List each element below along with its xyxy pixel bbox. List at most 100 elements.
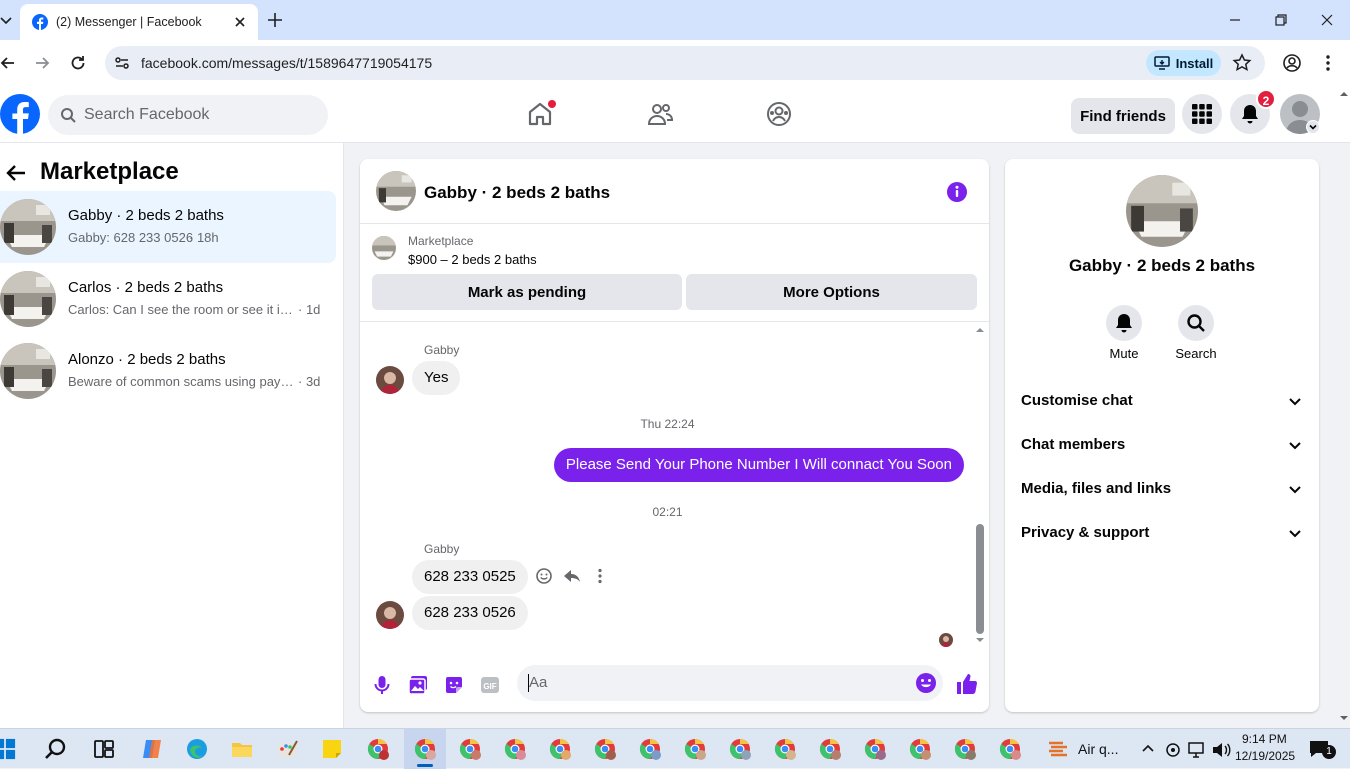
back-arrow-icon[interactable] xyxy=(4,161,28,185)
volume-icon[interactable] xyxy=(1211,741,1231,759)
conversation-item-carlos[interactable]: Carlos · 2 beds 2 baths Carlos: Can I se… xyxy=(0,263,336,335)
bookmark-star-icon[interactable] xyxy=(1232,53,1252,73)
browser-profile-icon[interactable] xyxy=(1282,53,1302,73)
details-avatar[interactable] xyxy=(1126,175,1198,247)
camera-privacy-icon[interactable] xyxy=(1164,741,1182,759)
close-window-icon[interactable] xyxy=(1317,10,1337,30)
find-friends-button[interactable]: Find friends xyxy=(1071,98,1175,134)
conversation-time: · 3d xyxy=(298,374,321,389)
minimize-window-icon[interactable] xyxy=(1225,10,1245,30)
chrome-profile-icon[interactable] xyxy=(683,737,707,761)
browser-tab-messenger[interactable]: (2) Messenger | Facebook xyxy=(20,4,258,40)
page-scrollbar[interactable] xyxy=(1338,86,1350,728)
sender-avatar[interactable] xyxy=(376,601,404,629)
scroll-up-arrow-icon[interactable] xyxy=(1338,90,1350,98)
chrome-profile-icon[interactable] xyxy=(458,737,482,761)
chrome-profile-icon[interactable] xyxy=(413,737,437,761)
listing-price[interactable]: $900 – 2 beds 2 baths xyxy=(408,252,537,267)
mute-button[interactable]: Mute xyxy=(1094,305,1154,361)
message-bubble-outgoing[interactable]: Please Send Your Phone Number I Will con… xyxy=(553,448,964,482)
forward-arrow-icon[interactable] xyxy=(32,53,52,73)
task-view-icon[interactable] xyxy=(92,737,116,761)
facebook-logo-icon[interactable] xyxy=(0,94,40,134)
tray-overflow-chevron-up-icon[interactable] xyxy=(1140,741,1156,757)
mark-as-pending-button[interactable]: Mark as pending xyxy=(372,274,682,310)
edge-browser-icon[interactable] xyxy=(185,737,209,761)
chrome-profile-icon[interactable] xyxy=(728,737,752,761)
scroll-up-arrow-icon[interactable] xyxy=(974,326,986,334)
chrome-profile-icon[interactable] xyxy=(953,737,977,761)
conversation-info-icon[interactable] xyxy=(946,181,968,203)
gif-icon[interactable]: GIF xyxy=(479,674,501,696)
chrome-profile-icon[interactable] xyxy=(503,737,527,761)
account-menu-chevron[interactable] xyxy=(1306,120,1320,134)
message-bubble-incoming[interactable]: 628 233 0526 xyxy=(412,596,528,630)
site-settings-icon[interactable] xyxy=(113,54,131,72)
network-icon[interactable] xyxy=(1187,741,1207,759)
address-bar[interactable]: facebook.com/messages/t/1589647719054175 xyxy=(105,46,1265,80)
message-timestamp: 02:21 xyxy=(652,505,683,519)
groups-icon[interactable] xyxy=(765,100,793,128)
taskbar-clock-time[interactable]: 9:14 PM xyxy=(1242,732,1287,746)
attach-photo-icon[interactable] xyxy=(407,674,429,696)
thumbs-up-like-icon[interactable] xyxy=(955,672,979,696)
scroll-down-arrow-icon[interactable] xyxy=(1338,714,1350,722)
chrome-profile-icon[interactable] xyxy=(593,737,617,761)
sender-avatar[interactable] xyxy=(376,366,404,394)
media-files-links-section[interactable]: Media, files and links xyxy=(1021,474,1303,504)
chrome-profile-icon[interactable] xyxy=(773,737,797,761)
copilot-app-icon[interactable] xyxy=(140,737,164,761)
chrome-profile-icon[interactable] xyxy=(818,737,842,761)
taskbar-search-icon[interactable] xyxy=(44,737,68,761)
file-explorer-icon[interactable] xyxy=(230,737,254,761)
message-input[interactable]: Aa xyxy=(517,665,943,701)
browser-menu-kebab-icon[interactable] xyxy=(1318,53,1338,73)
install-app-button[interactable]: Install xyxy=(1146,50,1221,76)
install-monitor-icon xyxy=(1153,56,1170,70)
tab-search-chevron-icon[interactable] xyxy=(0,12,12,28)
conversation-item-alonzo[interactable]: Alonzo · 2 beds 2 baths Beware of common… xyxy=(0,335,336,407)
message-scrollbar[interactable] xyxy=(974,326,986,646)
scrollbar-thumb[interactable] xyxy=(976,524,984,634)
new-tab-plus-icon[interactable] xyxy=(266,11,284,29)
windows-start-icon[interactable] xyxy=(0,737,16,761)
svg-text:GIF: GIF xyxy=(483,682,496,691)
chrome-profile-icon[interactable] xyxy=(908,737,932,761)
emoji-picker-icon[interactable] xyxy=(915,672,937,694)
chrome-profile-icon[interactable] xyxy=(638,737,662,761)
chat-members-section[interactable]: Chat members xyxy=(1021,430,1303,460)
friends-icon[interactable] xyxy=(646,100,674,128)
more-actions-kebab-icon[interactable] xyxy=(591,567,609,585)
sticker-icon[interactable] xyxy=(443,674,465,696)
more-options-button[interactable]: More Options xyxy=(686,274,977,310)
weather-text[interactable]: Air q... xyxy=(1078,741,1118,757)
message-bubble-incoming[interactable]: 628 233 0525 xyxy=(412,560,528,594)
chrome-profile-icon[interactable] xyxy=(366,737,390,761)
menu-grid-button[interactable] xyxy=(1182,94,1222,134)
sticky-notes-icon[interactable] xyxy=(320,737,344,761)
facebook-search-box[interactable]: Search Facebook xyxy=(48,95,328,135)
chrome-profile-icon[interactable] xyxy=(863,737,887,761)
conversation-item-gabby[interactable]: Gabby · 2 beds 2 baths Gabby: 628 233 05… xyxy=(0,191,336,263)
chat-title[interactable]: Gabby · 2 beds 2 baths xyxy=(424,183,610,203)
reload-icon[interactable] xyxy=(68,53,88,73)
taskbar-clock-date[interactable]: 12/19/2025 xyxy=(1235,749,1295,763)
back-arrow-icon[interactable] xyxy=(0,53,18,73)
message-bubble-incoming[interactable]: Yes xyxy=(412,361,461,395)
search-in-conversation-button[interactable]: Search xyxy=(1166,305,1226,361)
sidebar-title: Marketplace xyxy=(40,158,179,185)
home-notification-dot xyxy=(548,100,556,108)
react-emoji-icon[interactable] xyxy=(535,567,553,585)
microphone-icon[interactable] xyxy=(371,674,393,696)
customise-chat-section[interactable]: Customise chat xyxy=(1021,386,1303,416)
reply-icon[interactable] xyxy=(563,567,581,585)
restore-window-icon[interactable] xyxy=(1271,10,1291,30)
paint-app-icon[interactable] xyxy=(275,737,299,761)
privacy-support-section[interactable]: Privacy & support xyxy=(1021,518,1303,548)
air-quality-weather-icon[interactable] xyxy=(1046,737,1070,761)
close-tab-icon[interactable] xyxy=(232,14,248,30)
chat-avatar[interactable] xyxy=(376,171,416,211)
chrome-profile-icon[interactable] xyxy=(548,737,572,761)
chrome-profile-icon[interactable] xyxy=(998,737,1022,761)
scroll-down-arrow-icon[interactable] xyxy=(974,636,986,644)
